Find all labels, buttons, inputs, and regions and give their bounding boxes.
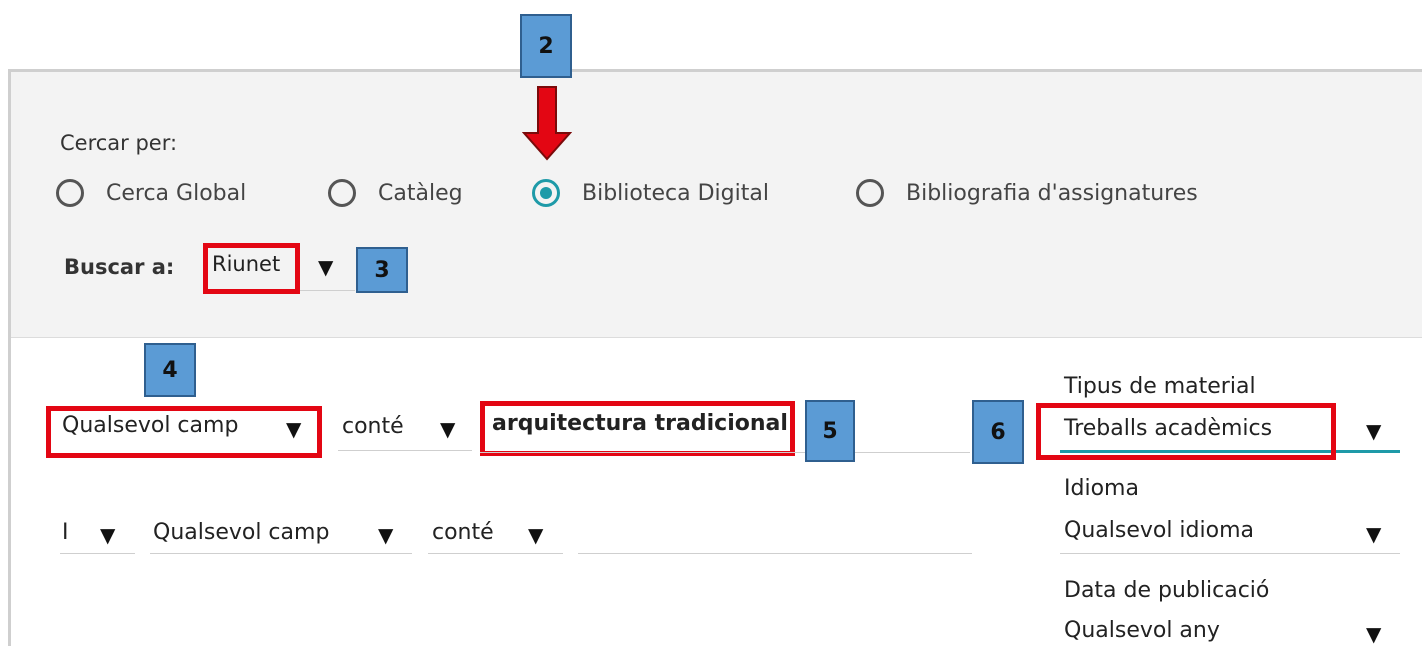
select-underline [1060, 553, 1400, 554]
radio-global-search[interactable]: Cerca Global [56, 175, 246, 211]
radio-label: Biblioteca Digital [582, 180, 769, 206]
search-by-label: Cercar per: [60, 131, 178, 155]
chevron-down-icon[interactable]: ▼ [528, 523, 543, 547]
highlight-box-field [46, 406, 322, 458]
radio-course-bibliography[interactable]: Bibliografia d'assignatures [856, 175, 1198, 211]
down-arrow-icon [522, 86, 572, 161]
select-underline [338, 450, 472, 451]
chevron-down-icon[interactable]: ▼ [318, 255, 333, 279]
radio-circle-icon [856, 179, 884, 207]
language-select[interactable]: Qualsevol idioma [1064, 518, 1254, 543]
radio-label: Bibliografia d'assignatures [906, 180, 1198, 206]
highlight-box-term [480, 401, 795, 456]
annotation-badge-2: 2 [520, 14, 572, 78]
annotation-badge-3: 3 [356, 247, 408, 293]
chevron-down-icon[interactable]: ▼ [1366, 522, 1381, 546]
chevron-down-icon[interactable]: ▼ [378, 523, 393, 547]
annotation-badge-5: 5 [805, 400, 855, 462]
input-underline [578, 553, 972, 554]
select-underline [428, 553, 563, 554]
chevron-down-icon[interactable]: ▼ [100, 523, 115, 547]
chevron-down-icon[interactable]: ▼ [1366, 622, 1381, 646]
select-underline [150, 553, 412, 554]
language-label: Idioma [1064, 476, 1139, 501]
radio-circle-icon [328, 179, 356, 207]
radio-digital-library[interactable]: Biblioteca Digital [532, 175, 769, 211]
select-underline [60, 553, 135, 554]
publication-date-select[interactable]: Qualsevol any [1064, 618, 1220, 643]
annotation-badge-4: 4 [144, 343, 196, 397]
annotation-badge-6: 6 [972, 400, 1024, 464]
operator-select-row1[interactable]: conté [342, 414, 404, 439]
operator-select-row2[interactable]: conté [432, 520, 494, 545]
field-select-row2[interactable]: Qualsevol camp [153, 520, 329, 545]
radio-catalog[interactable]: Catàleg [328, 175, 463, 211]
boolean-select-row2[interactable]: I [62, 520, 69, 545]
chevron-down-icon[interactable]: ▼ [1366, 419, 1381, 443]
radio-label: Catàleg [378, 180, 463, 206]
material-type-label: Tipus de material [1064, 374, 1256, 399]
publication-date-label: Data de publicació [1064, 578, 1270, 603]
radio-selected-icon [532, 179, 560, 207]
radio-label: Cerca Global [106, 180, 247, 206]
search-in-label: Buscar a: [64, 255, 175, 279]
chevron-down-icon[interactable]: ▼ [440, 417, 455, 441]
highlight-box-material [1036, 403, 1336, 460]
radio-circle-icon [56, 179, 84, 207]
highlight-box-riunet [203, 243, 300, 294]
input-underline [480, 452, 970, 453]
